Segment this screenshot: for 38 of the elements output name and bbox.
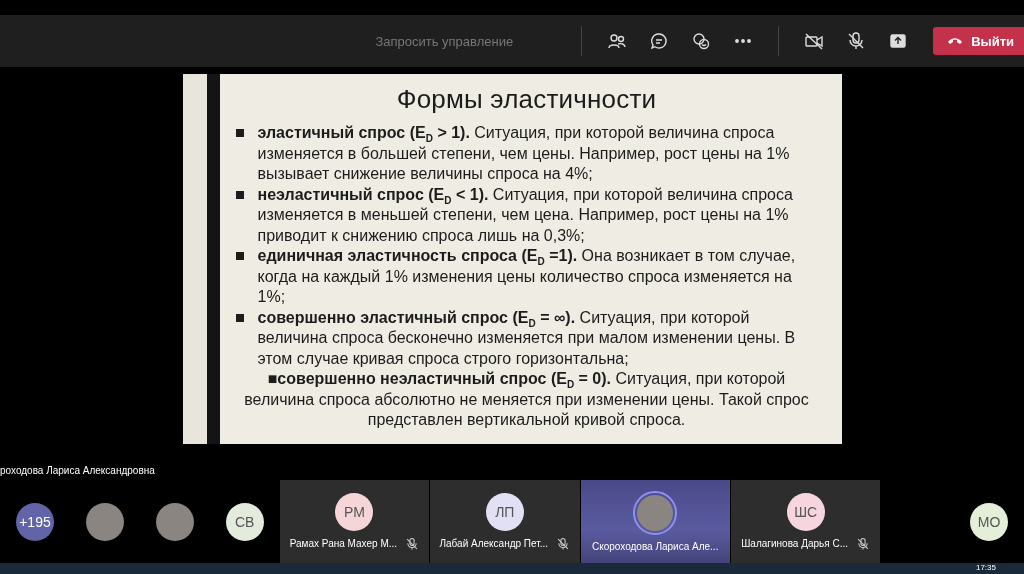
- camera-off-icon[interactable]: [804, 31, 825, 51]
- participant-tile[interactable]: ЛП Лабай Александр Пет...: [430, 480, 580, 563]
- slide-paragraph: единичная эластичность спроса (E$_{D}$ =1). Она возникает в том случае, когда на каждый 1% изменения цены количество спроса изменяется на 1%;: [257, 246, 797, 307]
- phone-icon: [947, 36, 964, 46]
- participant-tile[interactable]: ШС Шалагинова Дарья С...: [730, 480, 881, 563]
- participant-avatar: +195: [15, 502, 54, 541]
- participant-avatar: ШС: [786, 492, 825, 531]
- slide-title: Формы эластичности: [395, 84, 658, 115]
- slide-paragraph: ■совершенно неэластичный спрос (E$_{D}$ = 0). Ситуация, при которой величина спроса абсолютно не меняется при изменении цены. Такой спрос представлен вертикальной кривой спроса.: [243, 369, 810, 430]
- participant-avatar: МО: [970, 502, 1009, 541]
- participant-name: Скороходова Лариса Але...: [591, 541, 719, 552]
- mic-off-icon: [405, 536, 420, 551]
- leave-button[interactable]: Выйти: [933, 27, 1024, 55]
- participants-icon[interactable]: [607, 31, 628, 51]
- reactions-icon[interactable]: [691, 31, 712, 51]
- slide-paragraph: эластичный спрос (E$_{D}$ > 1). Ситуация, при которой величина спроса изменяется в большей степени, чем цены. Например, рост цены на 1% вызывает снижение величины спроса на 4%;: [257, 123, 791, 184]
- participant-avatar: ЛП: [485, 492, 524, 531]
- share-icon[interactable]: [888, 31, 909, 51]
- slide-paragraph: неэластичный спрос (E$_{D}$ < 1). Ситуация, при которой величина спроса изменяется в меньшей степени, чем цена. Например, рост цены на 1% приводит к снижению спроса лишь на 0,3%;: [257, 184, 794, 246]
- slide-paragraph: совершенно эластичный спрос (E$_{D}$ = ∞). Ситуация, при которой величина спроса бесконечно изменяется при малом изменении цены. В этом случае кривая спроса строго горизонтальна;: [257, 307, 797, 369]
- mic-off-icon: [556, 536, 571, 551]
- participant-tile[interactable]: РМ Рамах Рана Махер М...: [279, 480, 430, 563]
- bullet-icon: [235, 190, 244, 199]
- avatar-photo-placeholder: [85, 502, 124, 541]
- participant-name: Рамах Рана Махер М...: [289, 538, 398, 549]
- participant-tile[interactable]: Скороходова Лариса Але...: [580, 480, 730, 563]
- participant-avatar: СВ: [225, 502, 264, 541]
- avatar-photo-placeholder: [155, 502, 194, 541]
- bullet-icon: [235, 252, 244, 260]
- clock-time: 17:35: [975, 564, 996, 572]
- participant-name: Лабай Александр Пет...: [439, 538, 549, 549]
- bullet-icon: [235, 313, 244, 322]
- participant-avatar: РМ: [335, 492, 374, 531]
- chat-icon[interactable]: [649, 31, 670, 51]
- presenter-name: роходова Лариса Александровна: [0, 465, 155, 476]
- mic-off-icon: [856, 536, 871, 551]
- participant-name: Шалагинова Дарья С...: [741, 538, 849, 549]
- bullet-icon: [235, 129, 244, 137]
